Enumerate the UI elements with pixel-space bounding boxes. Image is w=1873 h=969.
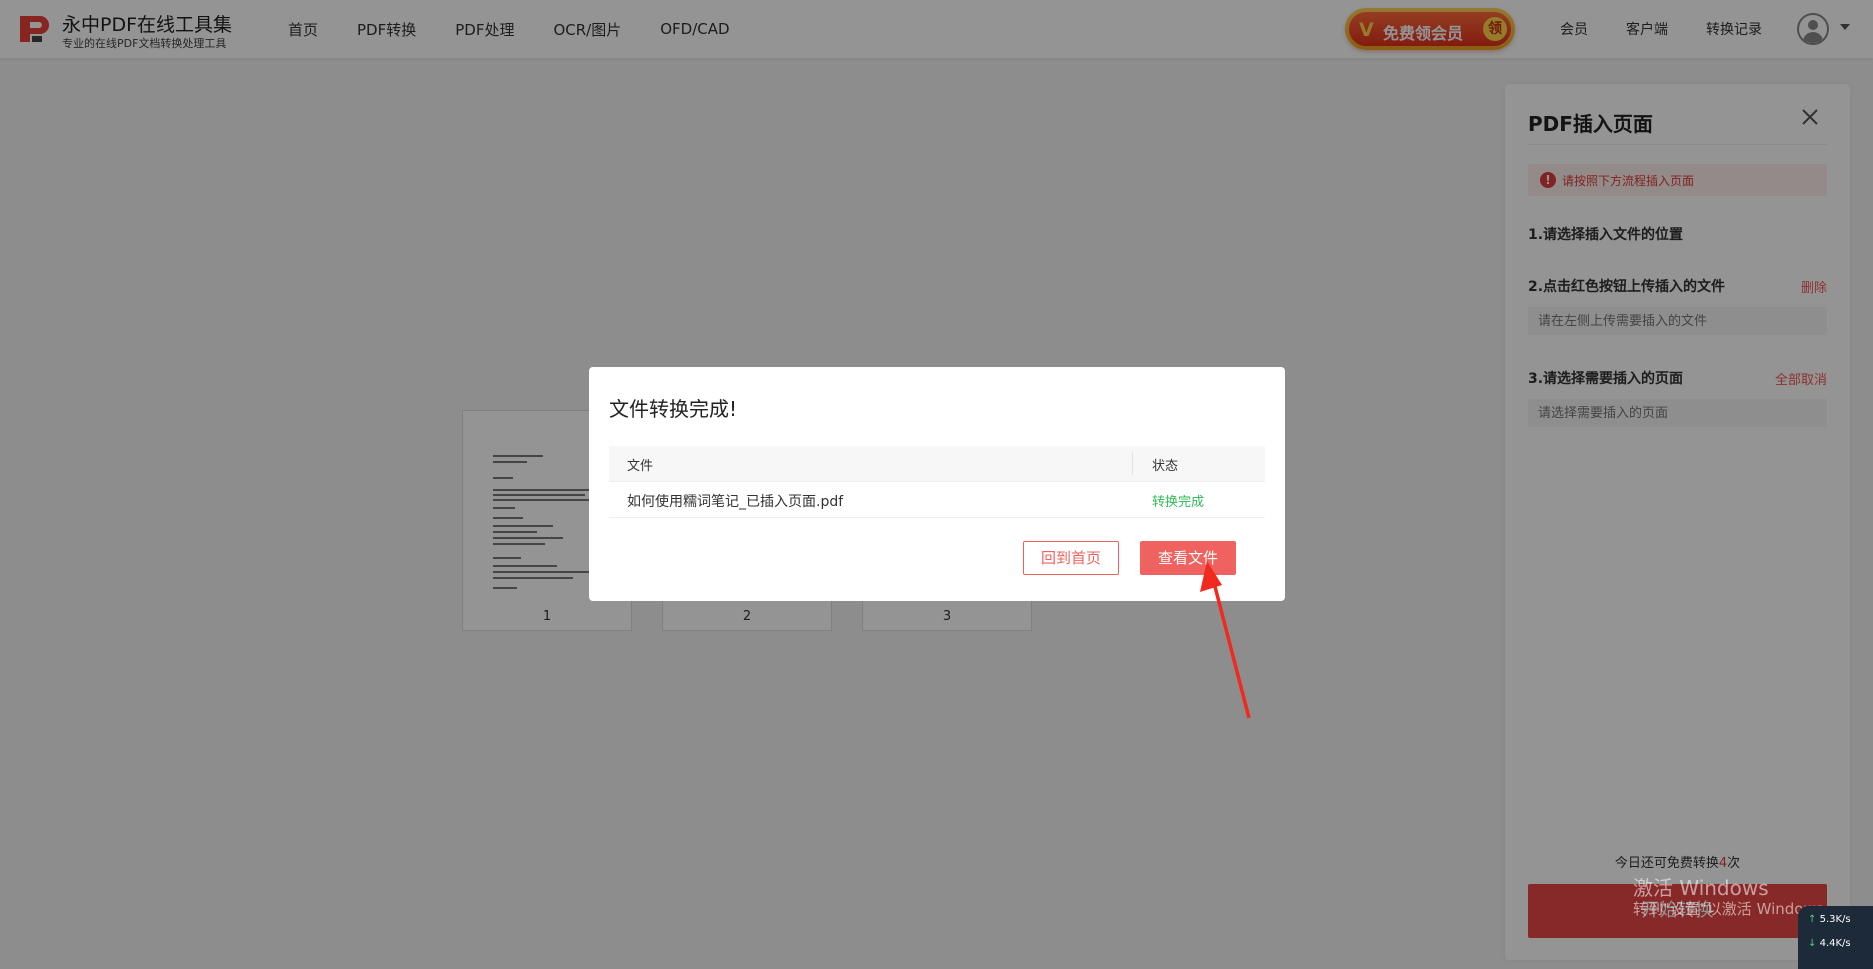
col-file-header: 文件	[627, 459, 654, 474]
result-table: 文件 状态 如何使用糯词笔记_已插入页面.pdf 转换完成	[609, 446, 1265, 518]
status-text: 转换完成	[1152, 495, 1205, 510]
back-home-button[interactable]: 回到首页	[1023, 541, 1119, 575]
upload-unit: K/s	[1835, 914, 1851, 925]
down-arrow-icon: ↓	[1808, 938, 1817, 949]
download-value: 4.4	[1819, 938, 1836, 949]
up-arrow-icon: ↑	[1808, 914, 1817, 925]
upload-speed: ↑ 5.3K/s	[1808, 914, 1851, 925]
file-name: 如何使用糯词笔记_已插入页面.pdf	[627, 494, 844, 510]
network-speed-widget: ↑ 5.3K/s ↓ 4.4K/s	[1798, 906, 1873, 969]
download-speed: ↓ 4.4K/s	[1808, 938, 1851, 949]
column-divider	[1132, 452, 1133, 475]
table-row: 如何使用糯词笔记_已插入页面.pdf 转换完成	[609, 482, 1265, 518]
activation-watermark: 激活 Windows	[1633, 876, 1769, 900]
download-unit: K/s	[1835, 938, 1851, 949]
dialog-title: 文件转换完成!	[609, 397, 738, 421]
upload-value: 5.3	[1819, 914, 1836, 925]
conversion-complete-dialog: 文件转换完成! 文件 状态 如何使用糯词笔记_已插入页面.pdf 转换完成 回到…	[589, 367, 1285, 601]
col-status-header: 状态	[1152, 459, 1179, 474]
view-file-button[interactable]: 查看文件	[1140, 541, 1236, 575]
table-header: 文件 状态	[609, 446, 1265, 482]
